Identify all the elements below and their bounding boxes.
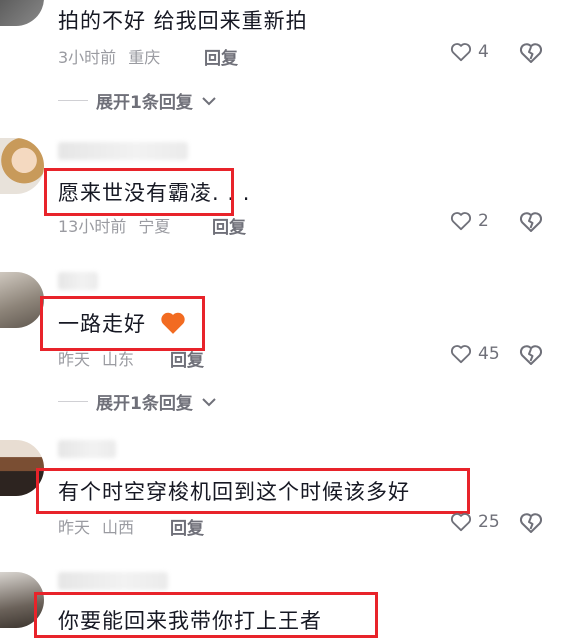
avatar[interactable] [0,0,44,26]
username-redacted [58,272,98,290]
comment-location: 宁夏 [138,217,171,236]
comment-time: 13小时前 [58,217,127,236]
broken-heart-icon[interactable] [519,42,543,64]
chevron-down-icon [202,96,216,105]
username-redacted [58,440,116,458]
username-redacted [58,142,188,160]
reply-button[interactable]: 回复 [204,44,238,69]
like-count: 4 [478,42,489,62]
comment-time: 3小时前 [58,48,117,67]
avatar[interactable] [0,138,44,194]
avatar[interactable] [0,272,44,328]
expand-replies-button[interactable]: 展开1条回复 [58,389,217,414]
highlight-box [36,468,470,514]
like-count: 45 [478,344,500,364]
comment-meta: 13小时前 宁夏 [58,213,170,237]
comment-text: 拍的不好 给我回来重新拍 [58,9,308,33]
like-count: 25 [478,512,500,532]
comment-time: 昨天 [58,518,91,537]
comment-meta: 3小时前 重庆 [58,44,160,68]
highlight-box [40,296,205,351]
highlight-box [34,592,378,638]
expand-replies-label: 展开1条回复 [96,394,193,414]
like-button[interactable]: 2 [450,211,489,231]
divider-line [58,100,88,101]
expand-replies-button[interactable]: 展开1条回复 [58,88,217,113]
divider-line [58,401,88,402]
like-button[interactable]: 4 [450,42,489,62]
broken-heart-icon[interactable] [519,344,543,366]
heart-outline-icon [450,43,472,62]
heart-outline-icon [450,513,472,532]
reply-button[interactable]: 回复 [170,514,204,539]
comment-location: 重庆 [128,48,161,67]
reply-button[interactable]: 回复 [212,213,246,238]
broken-heart-icon[interactable] [519,211,543,233]
like-button[interactable]: 45 [450,344,500,364]
comment-time: 昨天 [58,350,91,369]
comment-meta: 昨天 山东 [58,346,134,370]
heart-outline-icon [450,345,472,364]
comment-location: 山西 [102,518,135,537]
username-redacted [58,572,168,590]
heart-outline-icon [450,212,472,231]
like-count: 2 [478,211,489,231]
highlight-box [44,168,234,216]
comment-location: 山东 [102,350,135,369]
chevron-down-icon [202,397,216,406]
reply-button[interactable]: 回复 [170,346,204,371]
like-button[interactable]: 25 [450,512,500,532]
broken-heart-icon[interactable] [519,512,543,534]
comment-meta: 昨天 山西 [58,514,134,538]
expand-replies-label: 展开1条回复 [96,93,193,113]
